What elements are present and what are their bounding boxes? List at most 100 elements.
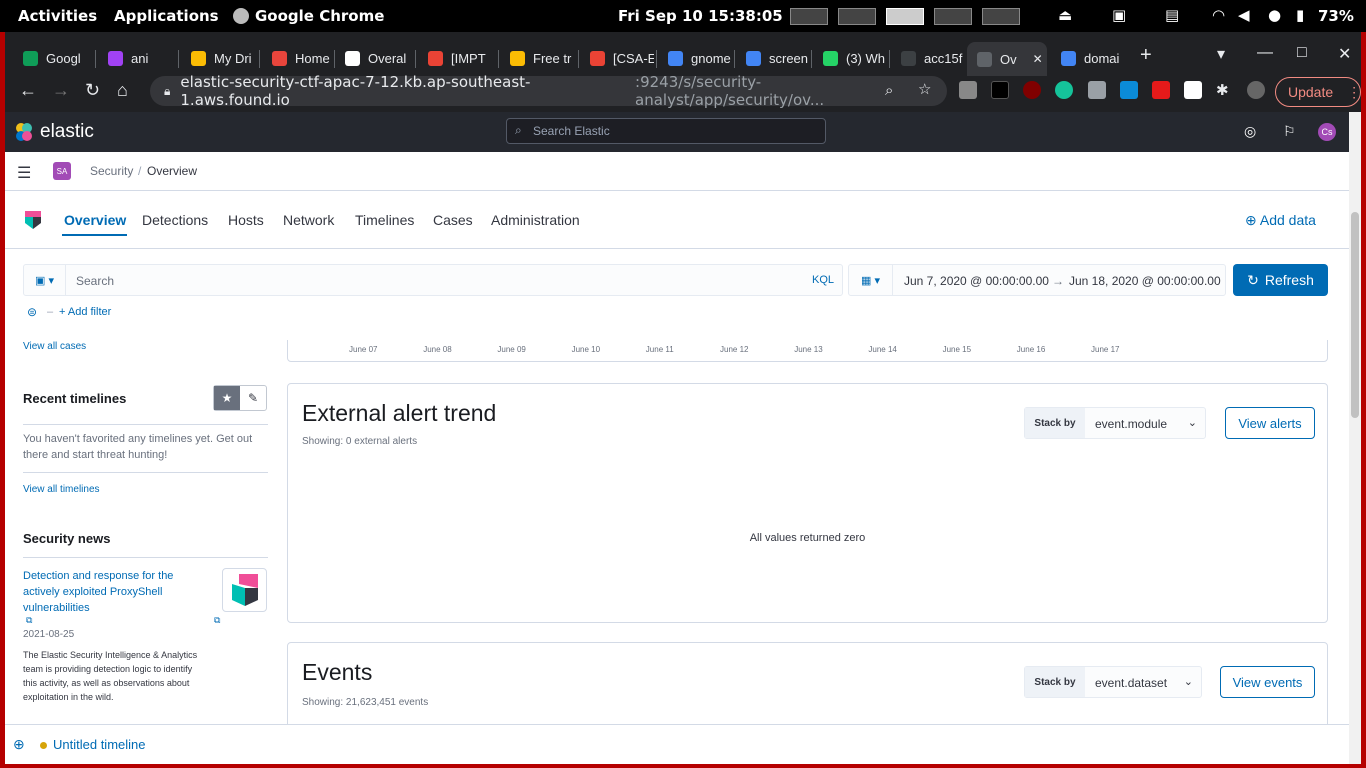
extension-ublock-icon[interactable] — [1023, 81, 1041, 99]
kql-search-input[interactable]: ▣ ▾ Search KQL — [23, 264, 843, 296]
edit-icon[interactable]: ✎ — [240, 386, 266, 410]
browser-tab[interactable]: Ov ✕ — [967, 42, 1047, 76]
reload-icon[interactable]: ↻ — [85, 80, 100, 101]
breadcrumb-root[interactable]: Security — [90, 164, 133, 178]
volume-icon[interactable]: ◀ — [1238, 6, 1250, 24]
tab-search-icon[interactable]: ▾ — [1217, 44, 1225, 64]
favorites-star-icon[interactable]: ★ — [214, 386, 240, 410]
tab-hosts[interactable]: Hosts — [228, 212, 264, 228]
close-tab-icon[interactable]: ✕ — [1033, 52, 1043, 66]
view-all-cases-link[interactable]: View all cases — [23, 341, 86, 352]
workspace-2[interactable] — [838, 8, 876, 25]
extension-grammarly-icon[interactable] — [1055, 81, 1073, 99]
page-scrollbar[interactable] — [1349, 112, 1361, 764]
view-all-timelines-link[interactable]: View all timelines — [23, 484, 100, 495]
kql-toggle[interactable]: KQL — [812, 274, 834, 286]
browser-tab[interactable]: Googl — [13, 42, 93, 74]
wifi-icon[interactable]: ◠ — [1212, 6, 1225, 24]
microphone-icon[interactable]: ● — [1268, 6, 1281, 24]
quick-date-button[interactable]: ▦ ▾ — [849, 265, 893, 295]
external-link-icon[interactable]: ⧉ — [214, 615, 220, 626]
extension-red-icon[interactable] — [1152, 81, 1170, 99]
stack-by-select[interactable]: Stack by event.module ⌄ — [1024, 407, 1206, 439]
clipboard-icon[interactable]: ▣ — [1112, 6, 1126, 24]
browser-tab[interactable]: screen — [736, 42, 809, 74]
profile-avatar[interactable] — [1247, 81, 1265, 99]
help-icon[interactable]: ◎ — [1244, 123, 1256, 140]
events-stack-by-select[interactable]: Stack by event.dataset ⌄ — [1024, 666, 1202, 698]
update-button[interactable]: Update ⋮ — [1275, 77, 1361, 107]
tab-network[interactable]: Network — [283, 212, 334, 228]
forward-icon[interactable]: → — [52, 80, 70, 101]
browser-tab[interactable]: [IMPT — [418, 42, 496, 74]
add-data-button[interactable]: ⊕ Add data — [1245, 212, 1316, 229]
news-article-link[interactable]: Detection and response for the actively … — [23, 568, 198, 616]
news-feed-icon[interactable]: ⚐ — [1283, 123, 1296, 140]
tab-detections[interactable]: Detections — [142, 212, 208, 228]
minimize-button[interactable]: — — [1257, 44, 1273, 62]
browser-tab[interactable]: domai — [1051, 42, 1131, 74]
display-icon[interactable]: ▤ — [1165, 6, 1179, 24]
battery-icon[interactable]: ▮ — [1296, 6, 1304, 24]
browser-tab[interactable]: (3) Wh — [813, 42, 887, 74]
browser-tab[interactable]: Free tr — [500, 42, 576, 74]
date-start[interactable]: Jun 7, 2020 @ 00:00:00.00 — [904, 274, 1049, 288]
global-search-input[interactable]: ⌕ Search Elastic — [506, 118, 826, 144]
saved-query-button[interactable]: ▣ ▾ — [24, 265, 66, 295]
security-news-title: Security news — [23, 531, 111, 546]
workspace-1[interactable] — [790, 8, 828, 25]
activities-button[interactable]: Activities — [18, 7, 97, 25]
refresh-button[interactable]: ↻ Refresh — [1233, 264, 1328, 296]
maximize-button[interactable]: □ — [1297, 44, 1307, 62]
tab-overview[interactable]: Overview — [64, 212, 126, 228]
extension-tl-icon[interactable] — [1120, 81, 1138, 99]
x-axis-tick-label: June 09 — [497, 345, 526, 354]
x-axis-tick-label: June 10 — [571, 345, 601, 354]
elastic-logo[interactable]: elastic — [14, 121, 94, 143]
browser-tab[interactable]: [CSA-E — [580, 42, 654, 74]
extension-m-icon[interactable] — [1184, 81, 1202, 99]
workspace-4[interactable] — [934, 8, 972, 25]
space-badge[interactable]: SA — [53, 162, 71, 180]
home-icon[interactable]: ⌂ — [117, 80, 128, 101]
extension-brave-icon[interactable] — [959, 81, 977, 99]
tab-favicon — [1061, 50, 1076, 66]
zoom-icon[interactable]: ⌕ — [885, 81, 893, 99]
active-app-menu[interactable]: Google Chrome — [233, 7, 384, 25]
clock[interactable]: Fri Sep 10 15:38:05 — [618, 7, 783, 25]
browser-tab[interactable]: Overal — [335, 42, 413, 74]
scrollbar-thumb[interactable] — [1351, 212, 1359, 418]
extension-ninja-icon[interactable] — [991, 81, 1009, 99]
chevron-down-icon: ⌄ — [1187, 417, 1197, 429]
view-alerts-button[interactable]: View alerts — [1225, 407, 1315, 439]
browser-tab[interactable]: gnome — [658, 42, 732, 74]
workspace-5[interactable] — [982, 8, 1020, 25]
browser-tab[interactable]: acc15f — [891, 42, 963, 74]
extensions-puzzle-icon[interactable]: ✱ — [1216, 81, 1234, 99]
close-window-button[interactable]: ✕ — [1338, 44, 1351, 64]
untitled-timeline-button[interactable]: Untitled timeline — [53, 737, 146, 752]
add-filter-button[interactable]: + Add filter — [59, 306, 111, 318]
tab-timelines[interactable]: Timelines — [355, 212, 414, 228]
date-end[interactable]: Jun 18, 2020 @ 00:00:00.00 — [1069, 274, 1221, 288]
new-tab-button[interactable]: + — [1140, 44, 1152, 67]
date-picker[interactable]: ▦ ▾ Jun 7, 2020 @ 00:00:00.00 → Jun 18, … — [848, 264, 1226, 296]
add-timeline-icon[interactable]: ⊕ — [13, 736, 25, 753]
bookmark-star-icon[interactable]: ☆ — [918, 80, 931, 98]
eject-icon[interactable]: ⏏ — [1058, 6, 1072, 24]
browser-tab[interactable]: My Dri — [181, 42, 257, 74]
address-bar[interactable]: 🔒︎ elastic-security-ctf-apac-7-12.kb.ap-… — [150, 73, 947, 109]
back-icon[interactable]: ← — [19, 80, 37, 101]
user-avatar[interactable]: Cs — [1318, 123, 1336, 141]
external-link-icon[interactable]: ⧉ — [26, 615, 32, 626]
applications-menu[interactable]: Applications — [114, 7, 219, 25]
filter-options-icon[interactable]: ⊜ — [27, 305, 37, 319]
view-events-button[interactable]: View events — [1220, 666, 1315, 698]
menu-hamburger-icon[interactable]: ☰ — [17, 163, 31, 183]
workspace-3[interactable] — [886, 8, 924, 25]
browser-tab[interactable]: ani — [98, 42, 176, 74]
tab-cases[interactable]: Cases — [433, 212, 473, 228]
browser-tab[interactable]: Home — [262, 42, 332, 74]
extension-v-icon[interactable] — [1088, 81, 1106, 99]
tab-administration[interactable]: Administration — [491, 212, 580, 228]
